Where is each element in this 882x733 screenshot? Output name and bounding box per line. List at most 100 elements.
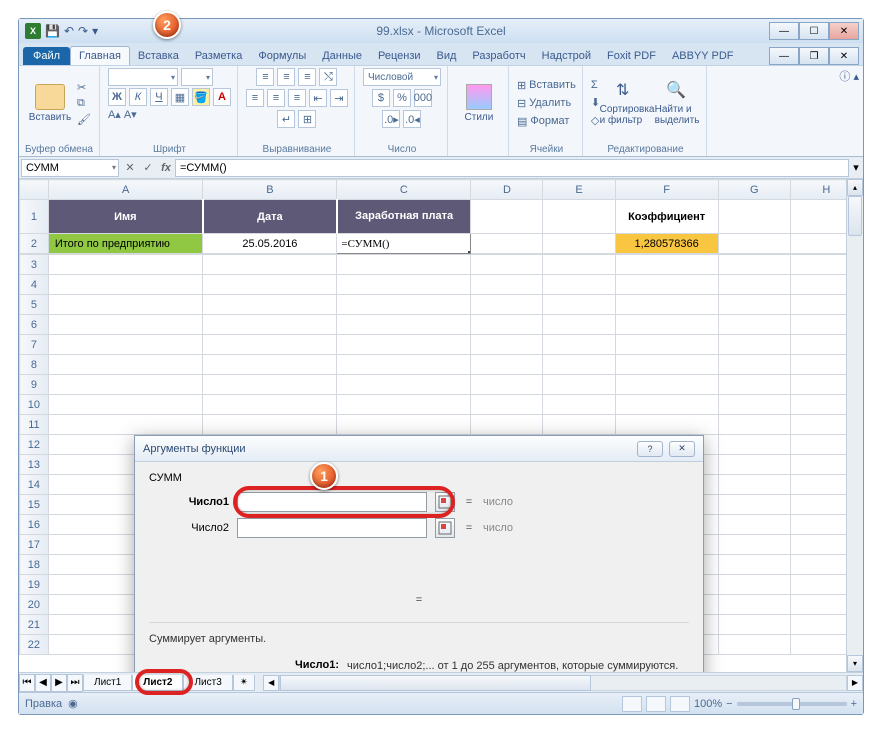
view-page-layout-icon[interactable]: [646, 696, 666, 712]
cell[interactable]: [718, 200, 790, 234]
row-header[interactable]: 11: [20, 415, 49, 435]
arg2-input[interactable]: [237, 518, 427, 538]
tab-view[interactable]: Вид: [429, 47, 465, 65]
tab-home[interactable]: Главная: [70, 46, 130, 65]
comma-icon[interactable]: 000: [414, 89, 432, 107]
cell[interactable]: [203, 275, 337, 295]
underline-button[interactable]: Ч: [150, 88, 168, 106]
cell[interactable]: [718, 355, 790, 375]
hscroll-left-icon[interactable]: ◀: [263, 675, 279, 691]
qat-redo-icon[interactable]: ↷: [78, 24, 88, 38]
zoom-in-icon[interactable]: +: [851, 698, 857, 710]
cell[interactable]: [337, 355, 471, 375]
cell[interactable]: [718, 435, 790, 455]
tab-addins[interactable]: Надстрой: [534, 47, 599, 65]
row-header[interactable]: 17: [20, 535, 49, 555]
dec-decimal-icon[interactable]: .0◂: [403, 110, 421, 128]
zoom-level[interactable]: 100%: [694, 698, 722, 710]
cell[interactable]: [48, 395, 203, 415]
scroll-thumb[interactable]: [848, 196, 862, 236]
cell[interactable]: [543, 275, 615, 295]
cell[interactable]: [471, 275, 543, 295]
sheet-tab[interactable]: Лист1: [83, 675, 132, 691]
autosum-icon[interactable]: Σ: [591, 79, 600, 91]
row-header[interactable]: 12: [20, 435, 49, 455]
zoom-slider[interactable]: [737, 702, 847, 706]
row-header[interactable]: 22: [20, 635, 49, 655]
file-tab[interactable]: Файл: [23, 47, 70, 65]
cell[interactable]: [718, 635, 790, 655]
workbook-close-button[interactable]: ✕: [829, 47, 859, 65]
cell[interactable]: [718, 575, 790, 595]
tab-formulas[interactable]: Формулы: [250, 47, 314, 65]
wrap-text-icon[interactable]: ↵: [277, 110, 295, 128]
cell[interactable]: [471, 355, 543, 375]
cell[interactable]: [718, 495, 790, 515]
cell[interactable]: [718, 375, 790, 395]
cell[interactable]: [48, 415, 203, 435]
align-bot-icon[interactable]: ≡: [298, 68, 316, 86]
cell[interactable]: [718, 295, 790, 315]
cell[interactable]: [337, 395, 471, 415]
cell[interactable]: 25.05.2016: [203, 234, 337, 254]
fill-color-button[interactable]: 🪣: [192, 88, 210, 106]
align-right-icon[interactable]: ≡: [288, 89, 306, 107]
decrease-font-icon[interactable]: A▾: [124, 108, 137, 121]
workbook-minimize-button[interactable]: —: [769, 47, 799, 65]
cell[interactable]: [615, 415, 718, 435]
row-header[interactable]: 13: [20, 455, 49, 475]
sheet-nav-first-icon[interactable]: ⏮: [19, 674, 35, 692]
view-page-break-icon[interactable]: [670, 696, 690, 712]
qat-undo-icon[interactable]: ↶: [64, 24, 74, 38]
cell[interactable]: [48, 375, 203, 395]
row-header[interactable]: 1: [20, 200, 49, 234]
paste-button[interactable]: Вставить: [27, 84, 73, 123]
tab-layout[interactable]: Разметка: [187, 47, 251, 65]
cell[interactable]: [543, 255, 615, 275]
formula-input[interactable]: [175, 159, 849, 177]
cell[interactable]: [471, 234, 543, 254]
worksheet-grid[interactable]: A B C D E F G H 1 Имя Дата Заработная пл…: [19, 179, 863, 672]
increase-font-icon[interactable]: A▴: [108, 108, 121, 121]
row-header[interactable]: 9: [20, 375, 49, 395]
cell[interactable]: [337, 335, 471, 355]
tab-developer[interactable]: Разработч: [464, 47, 533, 65]
row-header[interactable]: 2: [20, 234, 49, 254]
row-header[interactable]: 8: [20, 355, 49, 375]
close-button[interactable]: ✕: [829, 22, 859, 40]
row-header[interactable]: 14: [20, 475, 49, 495]
cell[interactable]: [543, 335, 615, 355]
cell[interactable]: [203, 335, 337, 355]
cell[interactable]: [471, 255, 543, 275]
active-cell[interactable]: =СУММ(): [337, 234, 471, 254]
row-header[interactable]: 3: [20, 255, 49, 275]
row-header[interactable]: 10: [20, 395, 49, 415]
scroll-up-icon[interactable]: ▴: [847, 179, 863, 196]
cell[interactable]: [718, 535, 790, 555]
align-top-icon[interactable]: ≡: [256, 68, 274, 86]
row-header[interactable]: 4: [20, 275, 49, 295]
cell[interactable]: [337, 315, 471, 335]
workbook-restore-button[interactable]: ❐: [799, 47, 829, 65]
formula-cancel-icon[interactable]: ✕: [121, 161, 139, 174]
cell[interactable]: [471, 395, 543, 415]
cell[interactable]: [337, 295, 471, 315]
format-cells-label[interactable]: Формат: [530, 115, 569, 127]
insert-cells-icon[interactable]: ⊞: [517, 79, 526, 92]
view-normal-icon[interactable]: [622, 696, 642, 712]
cell[interactable]: [615, 355, 718, 375]
find-select-button[interactable]: 🔍Найти и выделить: [654, 80, 700, 126]
indent-dec-icon[interactable]: ⇤: [309, 89, 327, 107]
maximize-button[interactable]: ☐: [799, 22, 829, 40]
zoom-knob[interactable]: [792, 698, 800, 710]
delete-cells-icon[interactable]: ⊟: [517, 97, 526, 110]
sheet-nav-next-icon[interactable]: ▶: [51, 674, 67, 692]
qat-customize-icon[interactable]: ▾: [92, 24, 98, 38]
cell[interactable]: [615, 395, 718, 415]
cell[interactable]: [615, 375, 718, 395]
cell[interactable]: Заработная плата: [337, 200, 471, 234]
cell[interactable]: [718, 475, 790, 495]
cell[interactable]: [543, 234, 615, 254]
cell[interactable]: [471, 415, 543, 435]
cell[interactable]: [543, 395, 615, 415]
